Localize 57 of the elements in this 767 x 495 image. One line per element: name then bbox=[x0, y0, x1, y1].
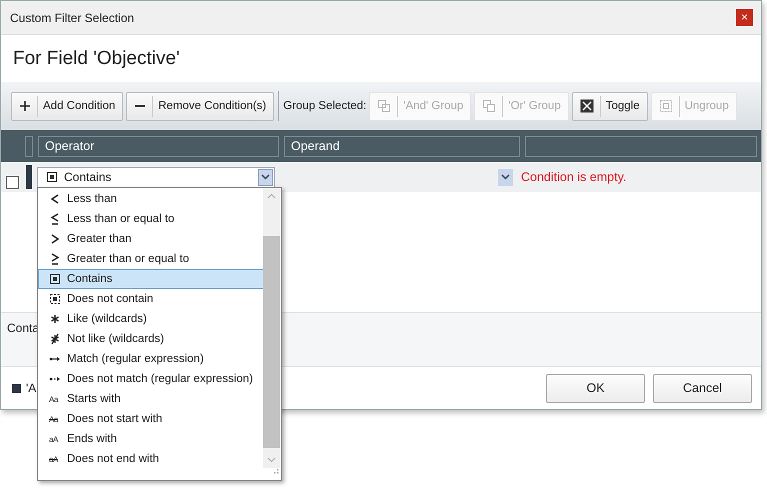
dropdown-item[interactable]: Does not contain bbox=[38, 289, 265, 309]
dropdown-item[interactable]: Greater than or equal to bbox=[38, 249, 265, 269]
operator-dropdown[interactable]: Contains bbox=[37, 166, 275, 188]
row-checkbox[interactable] bbox=[6, 176, 19, 188]
text-case-icon: aA bbox=[49, 454, 61, 464]
group-selected-label: Group Selected: bbox=[283, 100, 366, 112]
column-header[interactable]: Operator bbox=[38, 136, 279, 156]
scrollbar[interactable] bbox=[263, 188, 280, 468]
dashed-square-icon bbox=[658, 99, 673, 113]
validation-message: Condition is empty. bbox=[521, 170, 626, 184]
resize-grip-icon[interactable] bbox=[271, 467, 279, 475]
dropdown-item[interactable]: Like (wildcards) bbox=[38, 309, 265, 329]
dialog-button[interactable]: Cancel bbox=[653, 374, 752, 402]
struck-asterisk-icon bbox=[49, 333, 61, 345]
legend-text: 'A bbox=[26, 381, 36, 395]
dropdown-item[interactable]: Greater than bbox=[38, 229, 265, 249]
caret-icon bbox=[501, 174, 510, 180]
overlapping-squares-icon bbox=[482, 99, 496, 113]
scrollbar-thumb[interactable] bbox=[263, 236, 280, 448]
dropdown-item[interactable]: Not like (wildcards) bbox=[38, 329, 265, 349]
scroll-down-icon[interactable] bbox=[267, 457, 276, 463]
asterisk-icon bbox=[49, 313, 61, 325]
dropdown-item[interactable]: aA Does not end with bbox=[38, 449, 265, 469]
legend-swatch bbox=[12, 384, 21, 392]
caret-icon bbox=[258, 168, 273, 186]
overlapping-squares-icon bbox=[377, 99, 392, 113]
text-case-icon: aA bbox=[49, 434, 61, 444]
scroll-up-icon[interactable] bbox=[267, 193, 276, 199]
dropdown-item[interactable]: Match (regular expression) bbox=[38, 349, 265, 369]
dropdown-item[interactable]: Does not match (regular expression) bbox=[38, 369, 265, 389]
dropdown-item[interactable]: aA Ends with bbox=[38, 429, 265, 449]
dialog-heading: For Field 'Objective' bbox=[13, 48, 180, 70]
plus-icon bbox=[19, 100, 31, 112]
dropdown-item[interactable]: Less than bbox=[38, 189, 265, 209]
dropdown-item[interactable]: Contains bbox=[38, 269, 265, 289]
dropdown-item[interactable]: Aa Starts with bbox=[38, 389, 265, 409]
square-dot-icon bbox=[47, 172, 57, 182]
column-header bbox=[25, 136, 33, 156]
toolbar-button[interactable]: Remove Condition(s) bbox=[126, 92, 274, 120]
greater-than-icon bbox=[49, 233, 61, 245]
toolbar-button[interactable]: Add Condition bbox=[11, 92, 124, 120]
operand-dropdown-button[interactable] bbox=[498, 168, 513, 186]
less-equal-icon bbox=[49, 213, 61, 225]
toolbar-button[interactable]: Toggle bbox=[572, 92, 648, 120]
dashed-square-icon bbox=[49, 293, 61, 305]
column-header[interactable]: Operand bbox=[284, 136, 520, 156]
dropdown-item[interactable]: Aa Does not start with bbox=[38, 409, 265, 429]
close-button[interactable]: × bbox=[736, 9, 753, 26]
row-marker bbox=[26, 165, 32, 189]
text-case-icon: Aa bbox=[49, 394, 61, 404]
greater-equal-icon bbox=[49, 253, 61, 265]
window-title: Custom Filter Selection bbox=[10, 10, 136, 24]
dropdown-item[interactable]: Less than or equal to bbox=[38, 209, 265, 229]
crossed-square-icon bbox=[580, 99, 594, 113]
dialog-button[interactable]: OK bbox=[546, 374, 645, 402]
less-than-icon bbox=[49, 193, 61, 205]
text-case-icon: Aa bbox=[49, 414, 61, 424]
